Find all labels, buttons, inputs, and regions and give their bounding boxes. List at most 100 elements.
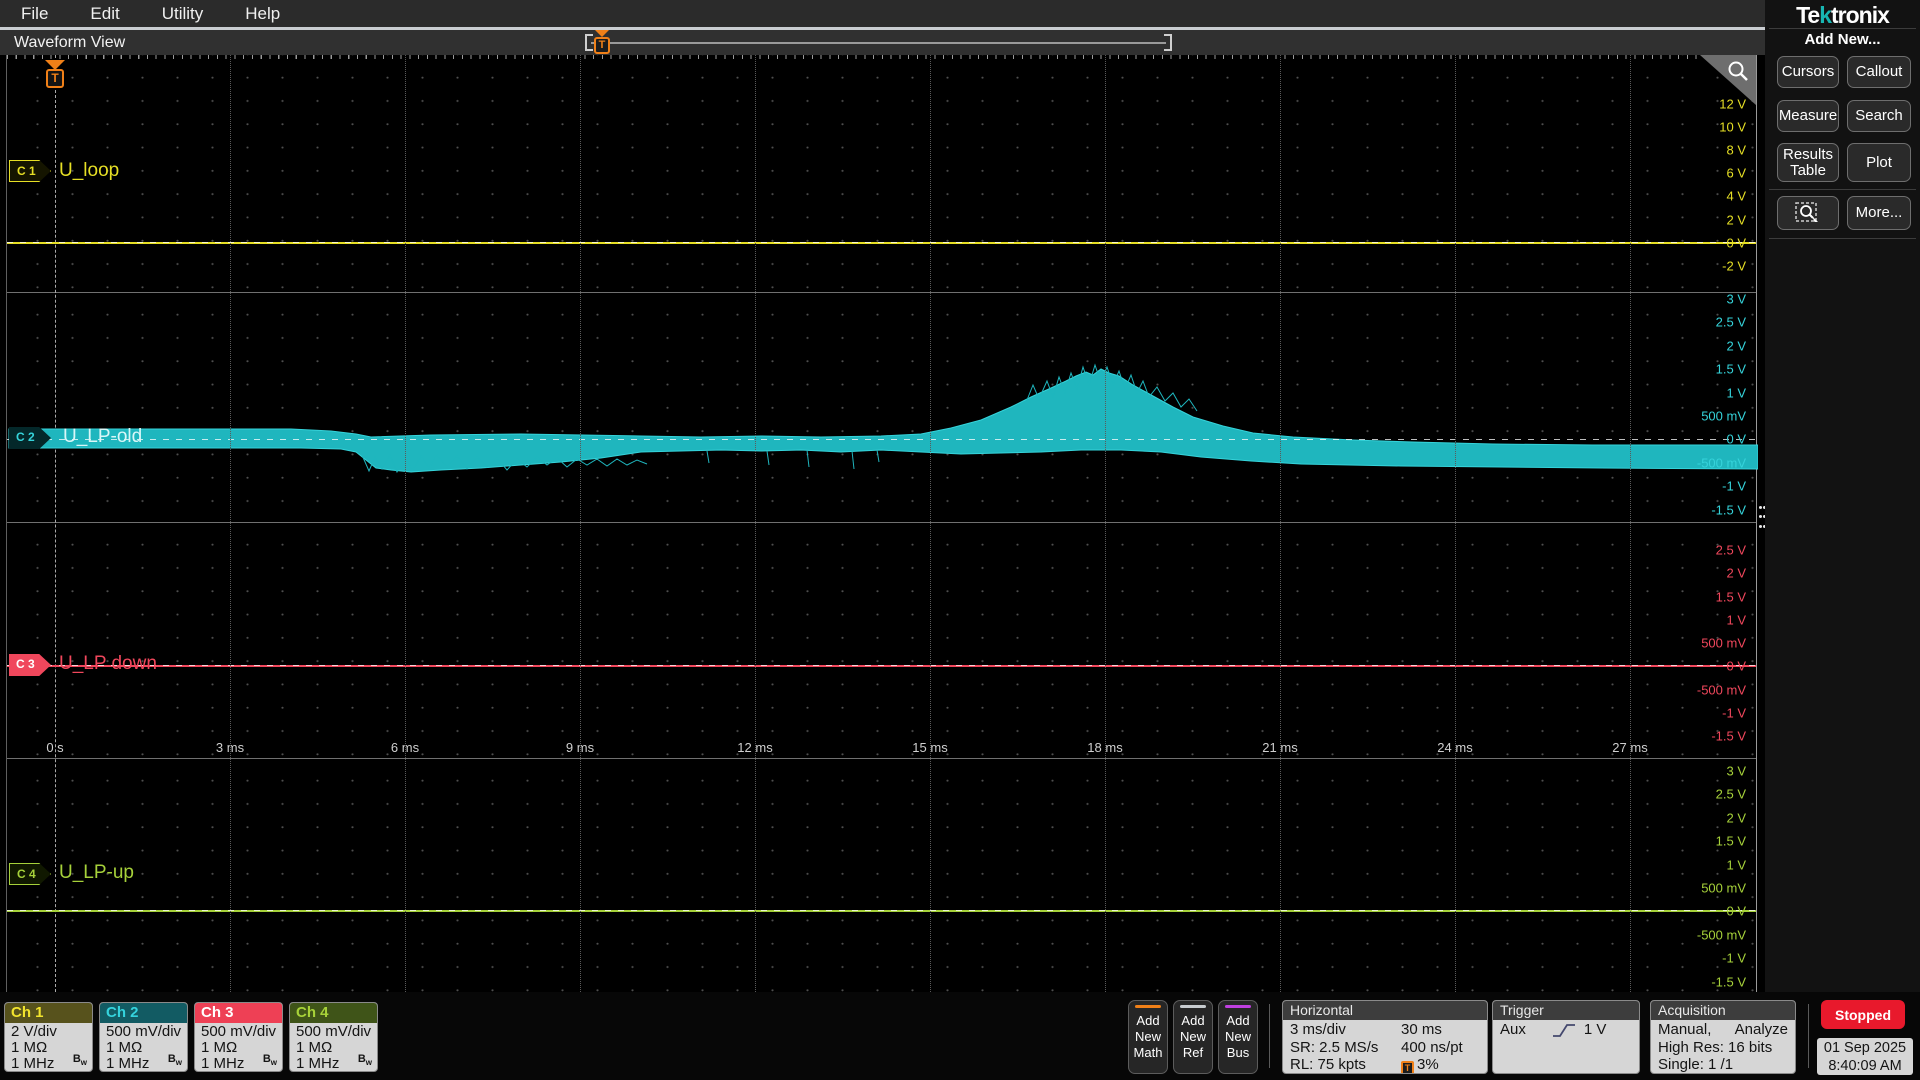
axis-label: 3 V xyxy=(1726,291,1746,307)
axis-label: 2 V xyxy=(1726,810,1746,826)
bandwidth-limit-icon: Bw xyxy=(167,1052,182,1067)
tektronix-logo: Tektronix xyxy=(1796,2,1890,28)
axis-label: 500 mV xyxy=(1701,408,1746,424)
acquisition-title: Acquisition xyxy=(1651,1001,1795,1020)
trigger-triangle-icon xyxy=(595,30,609,37)
sidebar-divider xyxy=(1769,189,1916,190)
major-gridline xyxy=(930,55,931,992)
acquisition-detail: High Res: 16 bits xyxy=(1658,1038,1773,1056)
add-new-bus-button[interactable]: Add New Bus xyxy=(1218,1000,1258,1074)
major-gridline xyxy=(1455,55,1456,992)
axis-label: 2.5 V xyxy=(1715,542,1746,558)
menu-utility[interactable]: Utility xyxy=(162,4,204,24)
hpos-right-bracket xyxy=(1164,34,1172,51)
right-sidebar: Tektronix Add New... Cursors Callout Mea… xyxy=(1765,0,1920,1080)
zoom-selection-icon xyxy=(1795,202,1818,222)
ch2-settings-badge[interactable]: Ch 2 500 mV/div 1 MΩ 1 MHz Bw xyxy=(99,1002,188,1072)
date-label: 01 Sep 2025 xyxy=(1823,1040,1907,1056)
ch1-label: U_loop xyxy=(59,160,120,181)
axis-label: 1.5 V xyxy=(1715,589,1746,604)
ch1-scale: 2 V/div xyxy=(11,1023,57,1040)
ch2-ground-dashes xyxy=(7,439,1756,440)
axis-label: -1 V xyxy=(1722,950,1746,966)
axis-label: 2 V xyxy=(1726,565,1746,581)
rising-edge-icon xyxy=(1552,1024,1575,1038)
trigger-title: Trigger xyxy=(1493,1001,1639,1020)
menu-help[interactable]: Help xyxy=(245,4,280,24)
trigger-position-value: T 3% xyxy=(1401,1056,1439,1073)
axis-label: 2 V xyxy=(1726,338,1746,354)
measure-button[interactable]: Measure xyxy=(1777,100,1839,132)
axis-label: 8 V xyxy=(1726,142,1746,158)
trigger-source: Aux xyxy=(1500,1021,1526,1038)
ch1-settings-badge[interactable]: Ch 1 2 V/div 1 MΩ 1 MHz Bw xyxy=(4,1002,93,1072)
horizontal-position-indicator[interactable]: T xyxy=(585,30,1172,55)
ch4-scale: 500 mV/div xyxy=(296,1023,372,1040)
axis-label: 500 mV xyxy=(1701,635,1746,651)
sidebar-divider xyxy=(1769,238,1916,239)
axis-label: 1 V xyxy=(1726,385,1746,401)
acquisition-panel[interactable]: Acquisition Manual, Analyze High Res: 16 … xyxy=(1650,1000,1796,1074)
datetime-display: 01 Sep 2025 8:40:09 AM xyxy=(1817,1038,1913,1075)
axis-label: -500 mV xyxy=(1696,927,1746,943)
ch2-trace xyxy=(8,363,1758,474)
results-table-button[interactable]: Results Table xyxy=(1777,143,1839,182)
horizontal-panel[interactable]: Horizontal 3 ms/div 30 ms SR: 2.5 MS/s 400… xyxy=(1282,1000,1488,1074)
major-gridline xyxy=(580,55,581,992)
add-new-header: Add New... xyxy=(1804,31,1881,48)
bottom-divider xyxy=(1808,1004,1809,1068)
run-stop-status-button[interactable]: Stopped xyxy=(1821,1000,1905,1029)
axis-label: -500 mV xyxy=(1696,682,1746,697)
more-button[interactable]: More... xyxy=(1847,196,1911,230)
bandwidth-limit-icon: Bw xyxy=(262,1052,277,1067)
add-new-math-button[interactable]: Add New Math xyxy=(1128,1000,1168,1074)
cursors-button[interactable]: Cursors xyxy=(1777,56,1839,88)
horizontal-window: 30 ms xyxy=(1401,1021,1442,1038)
menu-edit[interactable]: Edit xyxy=(90,4,119,24)
axis-label: -1.5 V xyxy=(1711,728,1746,744)
menu-file[interactable]: File xyxy=(21,4,48,24)
bandwidth-limit-icon: Bw xyxy=(72,1052,87,1067)
bus-color-stripe xyxy=(1225,1005,1251,1008)
trigger-position-marker-icon[interactable]: T xyxy=(593,30,611,55)
record-length: RL: 75 kpts xyxy=(1290,1056,1366,1073)
axis-label: 1.5 V xyxy=(1715,833,1746,849)
major-gridline xyxy=(405,55,406,992)
trigger-t-icon: T xyxy=(594,37,610,54)
ch2-label: U_LP-old xyxy=(63,426,143,447)
axis-label: 2.5 V xyxy=(1715,786,1746,802)
acquisition-analyze: Analyze xyxy=(1734,1021,1788,1038)
trigger-t-icon: T xyxy=(1401,1061,1414,1073)
ref-color-stripe xyxy=(1180,1005,1206,1008)
major-gridline xyxy=(230,55,231,992)
horizontal-scale: 3 ms/div xyxy=(1290,1021,1346,1038)
acquisition-single: Single: 1 /1 xyxy=(1658,1056,1734,1073)
time-label: 8:40:09 AM xyxy=(1828,1058,1902,1074)
plot-button[interactable]: Plot xyxy=(1847,143,1911,182)
add-new-ref-button[interactable]: Add New Ref xyxy=(1173,1000,1213,1074)
axis-label: 0 V xyxy=(1726,658,1746,674)
axis-label: 0 V xyxy=(1726,431,1746,447)
ch4-badge-title: Ch 4 xyxy=(290,1003,377,1023)
zoom-selection-button[interactable] xyxy=(1777,196,1839,230)
sample-rate: SR: 2.5 MS/s xyxy=(1290,1038,1379,1056)
axis-label: 3 V xyxy=(1726,763,1746,779)
ch4-label: U_LP-up xyxy=(59,862,134,883)
ch3-scale: 500 mV/div xyxy=(201,1023,277,1040)
bandwidth-limit-icon: Bw xyxy=(357,1052,372,1067)
axis-label: 1.5 V xyxy=(1715,361,1746,377)
axis-label: -1.5 V xyxy=(1711,502,1746,518)
menu-bar: File Edit Utility Help xyxy=(0,0,1765,27)
resolution: 400 ns/pt xyxy=(1401,1038,1463,1056)
trigger-panel[interactable]: Trigger Aux 1 V xyxy=(1492,1000,1640,1074)
ch3-settings-badge[interactable]: Ch 3 500 mV/div 1 MΩ 1 MHz Bw xyxy=(194,1002,283,1072)
axis-label: 1 V xyxy=(1726,612,1746,628)
search-button[interactable]: Search xyxy=(1847,100,1911,132)
ch4-settings-badge[interactable]: Ch 4 500 mV/div 1 MΩ 1 MHz Bw xyxy=(289,1002,378,1072)
view-title: Waveform View xyxy=(14,34,126,51)
axis-label: 2 V xyxy=(1726,212,1746,227)
axis-label: 0 V xyxy=(1726,903,1746,919)
axis-label: -2 V xyxy=(1722,258,1746,274)
axis-label: 6 V xyxy=(1726,165,1746,181)
callout-button[interactable]: Callout xyxy=(1847,56,1911,88)
